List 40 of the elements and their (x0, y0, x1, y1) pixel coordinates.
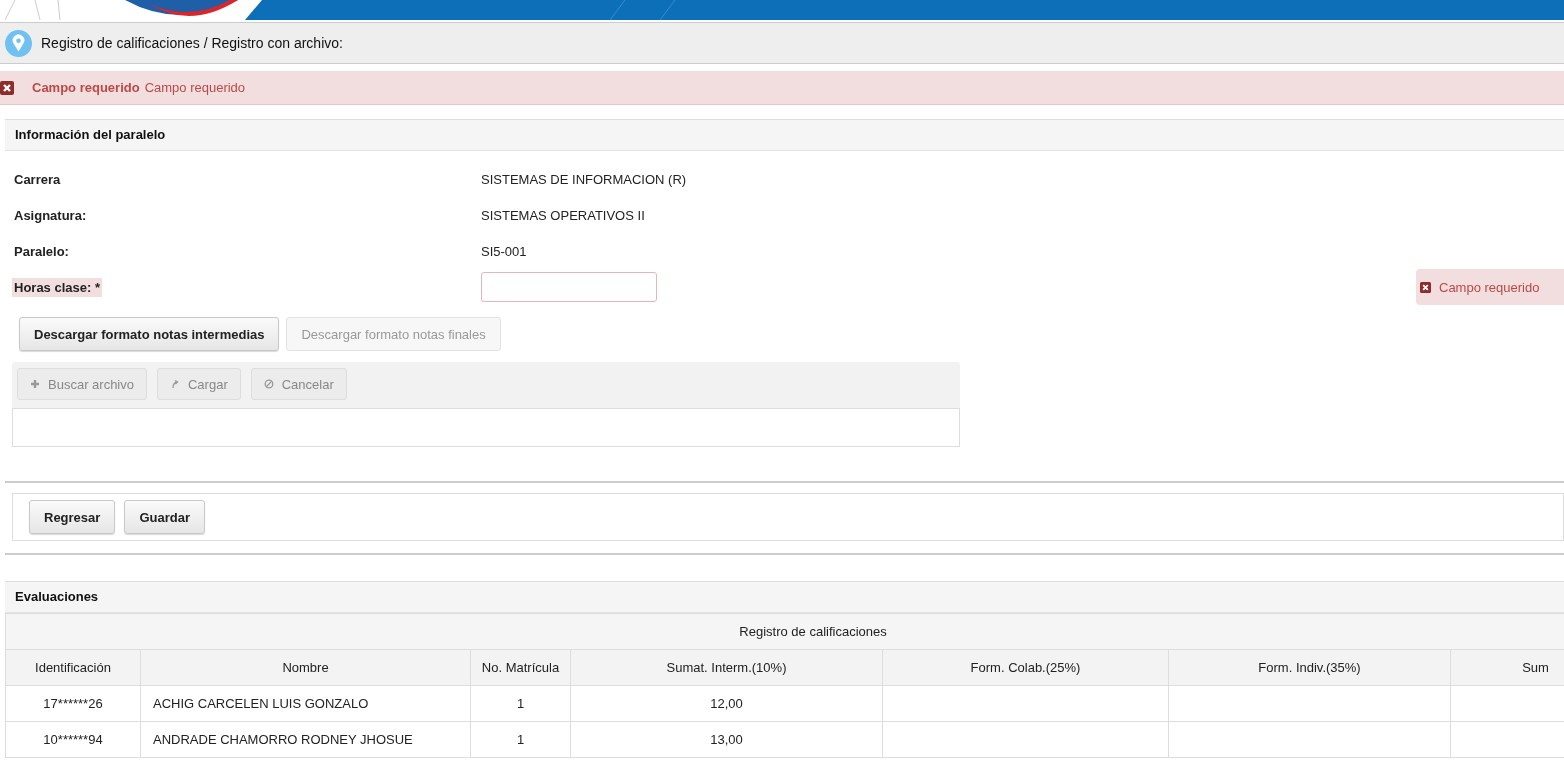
column-header: Nombre (140, 649, 471, 686)
field-label: Horas clase: * (12, 277, 102, 297)
field-label: Paralelo: (13, 242, 70, 261)
field-value: SI5-001 (481, 243, 527, 259)
breadcrumb-text: Registro de calificaciones / Registro con archivo: (41, 35, 343, 51)
panel-header: Información del paralelo (5, 119, 1564, 151)
panel-header: Evaluaciones (5, 581, 1564, 613)
table-cell: 13,00 (570, 721, 883, 758)
upload-arrow-icon (170, 379, 180, 389)
column-header: Form. Colab.(25%) (882, 649, 1169, 686)
table-cell: 1 (470, 685, 571, 722)
table-group-header: Registro de calificaciones (5, 613, 1564, 650)
action-button[interactable]: Regresar (29, 500, 116, 534)
column-header: Sum (1450, 649, 1564, 686)
cancel-icon (263, 379, 274, 389)
download-button[interactable]: Descargar formato notas intermedias (19, 317, 280, 351)
column-header: Form. Indiv.(35%) (1168, 649, 1451, 686)
table-cell: 10******94 (5, 721, 141, 758)
column-header: Sumat. Interm.(10%) (570, 649, 883, 686)
table-cell: ANDRADE CHAMORRO RODNEY JHOSUE (140, 721, 471, 758)
location-pin-icon (5, 29, 32, 57)
field-value: SISTEMAS DE INFORMACION (R) (481, 171, 687, 187)
error-detail: Campo requerido (144, 80, 246, 95)
field-value: SISTEMAS OPERATIVOS II (481, 207, 645, 223)
table-cell: 1 (470, 721, 571, 758)
file-drop-area[interactable] (12, 408, 960, 447)
input-field[interactable] (481, 272, 657, 302)
column-header: No. Matrícula (470, 649, 571, 686)
field-label: Carrera (13, 170, 62, 189)
table-cell: 12,00 (570, 685, 883, 722)
error-message-text: Campo requerido (1439, 279, 1540, 295)
plus-icon (30, 379, 40, 389)
table-cell: 17******26 (5, 685, 141, 722)
error-icon (0, 80, 14, 95)
action-button[interactable]: Guardar (124, 500, 205, 534)
field-label: Asignatura: (13, 206, 88, 225)
table-cell: ACHIG CARCELEN LUIS GONZALO (140, 685, 471, 722)
error-summary: Campo requerido (32, 80, 140, 95)
error-icon (1420, 281, 1431, 293)
column-header: Identificación (5, 649, 141, 686)
